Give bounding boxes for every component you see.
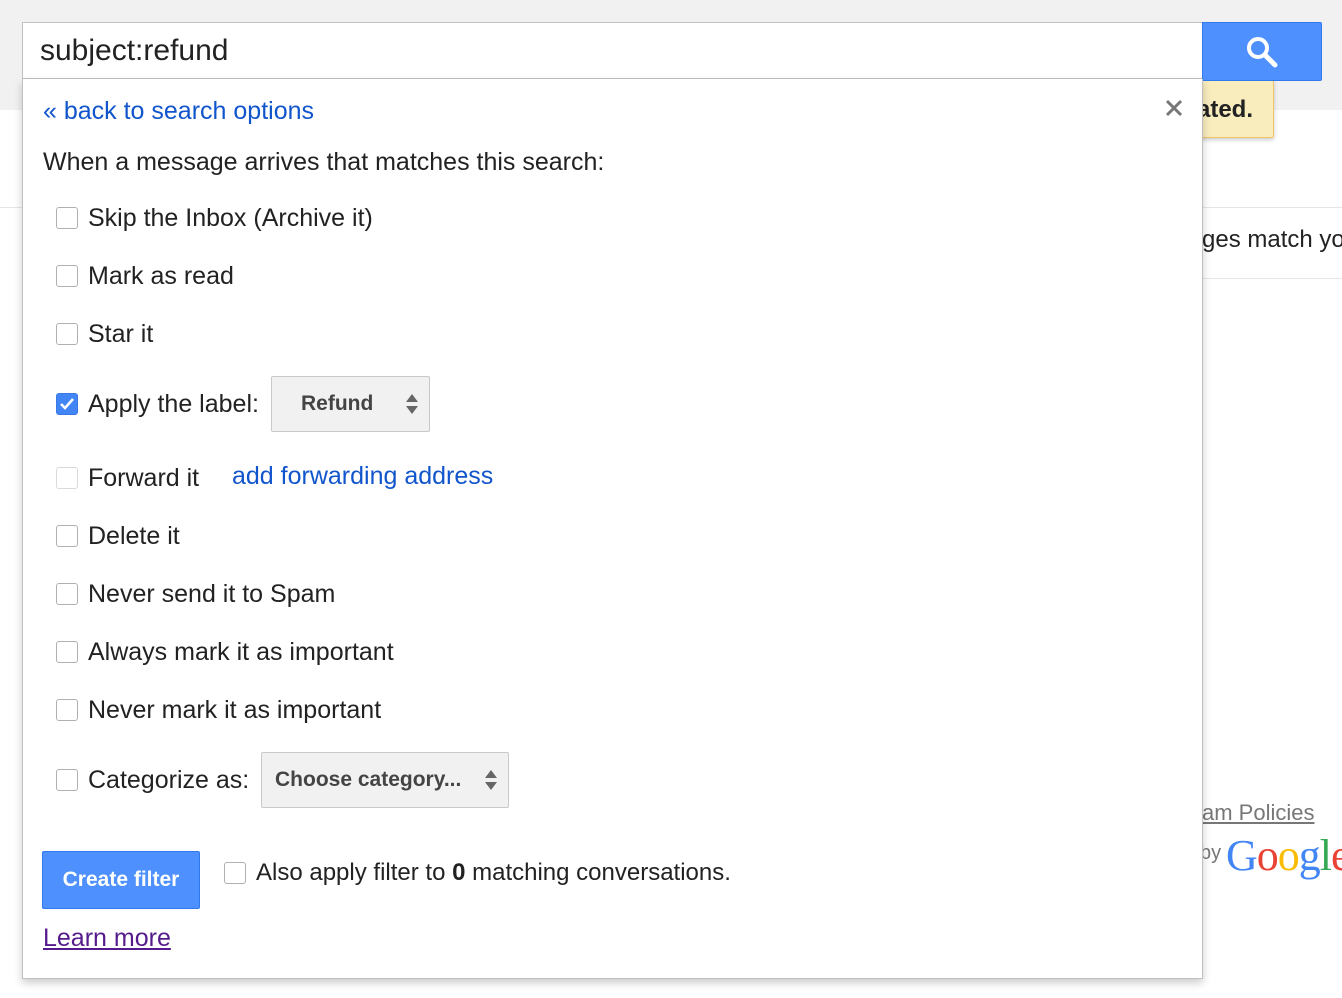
also-apply-suffix: matching conversations. bbox=[465, 859, 731, 886]
select-arrows-icon bbox=[485, 770, 497, 790]
label-select-value: Refund bbox=[301, 392, 374, 415]
category-select[interactable]: Choose category... bbox=[261, 752, 509, 808]
option-never-spam: Never send it to Spam bbox=[56, 579, 335, 609]
option-mark-read: Mark as read bbox=[56, 261, 234, 291]
option-forward: Forward it bbox=[56, 463, 199, 493]
close-button[interactable] bbox=[1163, 97, 1185, 119]
learn-more-link[interactable]: Learn more bbox=[43, 924, 171, 953]
back-to-search-options-link[interactable]: « back to search options bbox=[43, 97, 314, 126]
search-icon bbox=[1247, 36, 1278, 67]
categorize-checkbox[interactable] bbox=[56, 769, 78, 791]
skip-inbox-label[interactable]: Skip the Inbox (Archive it) bbox=[88, 204, 373, 233]
never-important-label[interactable]: Never mark it as important bbox=[88, 696, 381, 725]
also-apply-checkbox[interactable] bbox=[224, 862, 246, 884]
option-skip-inbox: Skip the Inbox (Archive it) bbox=[56, 203, 373, 233]
also-apply-prefix: Also apply filter to bbox=[256, 859, 453, 886]
option-delete: Delete it bbox=[56, 521, 180, 551]
mark-read-checkbox[interactable] bbox=[56, 265, 78, 287]
checkmark-icon bbox=[60, 398, 74, 410]
skip-inbox-checkbox[interactable] bbox=[56, 207, 78, 229]
option-always-important: Always mark it as important bbox=[56, 637, 394, 667]
matching-count: 0 bbox=[452, 859, 466, 886]
search-input[interactable]: subject:refund bbox=[22, 22, 1203, 79]
always-important-checkbox[interactable] bbox=[56, 641, 78, 663]
categorize-label[interactable]: Categorize as: bbox=[88, 766, 249, 795]
divider bbox=[1190, 278, 1342, 279]
option-never-important: Never mark it as important bbox=[56, 695, 381, 725]
never-important-checkbox[interactable] bbox=[56, 699, 78, 721]
star-checkbox[interactable] bbox=[56, 323, 78, 345]
apply-label-checkbox[interactable] bbox=[56, 393, 78, 415]
create-filter-button[interactable]: Create filter bbox=[42, 851, 200, 909]
select-arrows-icon bbox=[406, 394, 418, 414]
delete-label[interactable]: Delete it bbox=[88, 522, 180, 551]
apply-label-label[interactable]: Apply the label: bbox=[88, 390, 259, 419]
filter-options-panel: « back to search options When a message … bbox=[22, 79, 1203, 979]
option-star: Star it bbox=[56, 319, 153, 349]
option-apply-label: Apply the label: bbox=[56, 389, 259, 419]
add-forwarding-address-link[interactable]: add forwarding address bbox=[232, 462, 493, 491]
never-spam-checkbox[interactable] bbox=[56, 583, 78, 605]
mark-read-label[interactable]: Mark as read bbox=[88, 262, 234, 291]
label-select[interactable]: Refund bbox=[271, 376, 430, 432]
search-results-text: ges match yo bbox=[1202, 226, 1342, 253]
never-spam-label[interactable]: Never send it to Spam bbox=[88, 580, 335, 609]
star-label[interactable]: Star it bbox=[88, 320, 153, 349]
always-important-label[interactable]: Always mark it as important bbox=[88, 638, 394, 667]
powered-by-text: by bbox=[1200, 842, 1222, 864]
option-also-apply: Also apply filter to 0 matching conversa… bbox=[224, 858, 731, 888]
forward-checkbox[interactable] bbox=[56, 467, 78, 489]
delete-checkbox[interactable] bbox=[56, 525, 78, 547]
option-categorize: Categorize as: bbox=[56, 765, 249, 795]
program-policies-link[interactable]: am Policies bbox=[1202, 800, 1314, 826]
google-logo: Google bbox=[1226, 831, 1342, 880]
filter-intro-text: When a message arrives that matches this… bbox=[43, 148, 605, 176]
also-apply-label[interactable]: Also apply filter to 0 matching conversa… bbox=[256, 859, 731, 887]
search-button[interactable] bbox=[1202, 22, 1322, 81]
close-icon bbox=[1165, 99, 1183, 117]
category-select-value: Choose category... bbox=[275, 768, 462, 791]
forward-label[interactable]: Forward it bbox=[88, 464, 199, 493]
